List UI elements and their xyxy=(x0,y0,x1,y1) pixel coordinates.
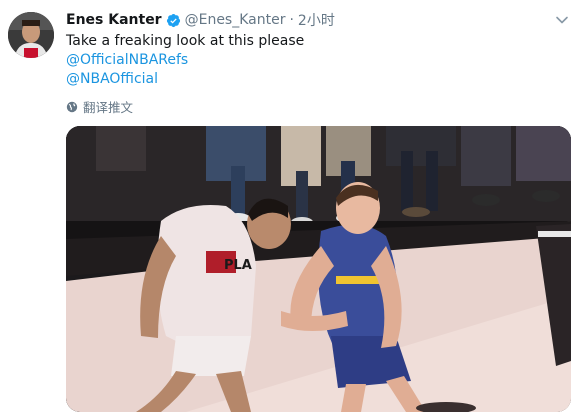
author-handle[interactable]: @Enes_Kanter xyxy=(185,12,286,28)
tweet-header: Enes Kanter @Enes_Kanter · 2小时 xyxy=(66,10,335,30)
author-name[interactable]: Enes Kanter xyxy=(66,12,162,28)
mention-link-nbaofficial[interactable]: @NBAOfficial xyxy=(66,71,158,87)
tweet-text: Take a freaking look at this please @Off… xyxy=(66,32,304,89)
avatar-image xyxy=(8,12,54,58)
separator-dot: · xyxy=(289,12,294,28)
mention-link-officialnbarefs[interactable]: @OfficialNBARefs xyxy=(66,52,188,68)
avatar[interactable] xyxy=(8,12,54,58)
globe-icon xyxy=(66,101,78,112)
video-frame: PLA xyxy=(66,126,571,412)
translate-tweet-link[interactable]: 翻译推文 xyxy=(66,97,133,116)
jersey-text: PLA xyxy=(224,258,252,273)
tweet-media-video[interactable]: PLA xyxy=(66,126,571,412)
tweet-text-line: Take a freaking look at this please xyxy=(66,33,305,49)
verified-badge-icon xyxy=(166,13,181,28)
timestamp[interactable]: 2小时 xyxy=(298,10,335,30)
chevron-down-icon[interactable] xyxy=(555,12,569,26)
tweet-card[interactable]: Enes Kanter @Enes_Kanter · 2小时 Take a fr… xyxy=(0,0,585,415)
translate-label: 翻译推文 xyxy=(83,100,134,115)
